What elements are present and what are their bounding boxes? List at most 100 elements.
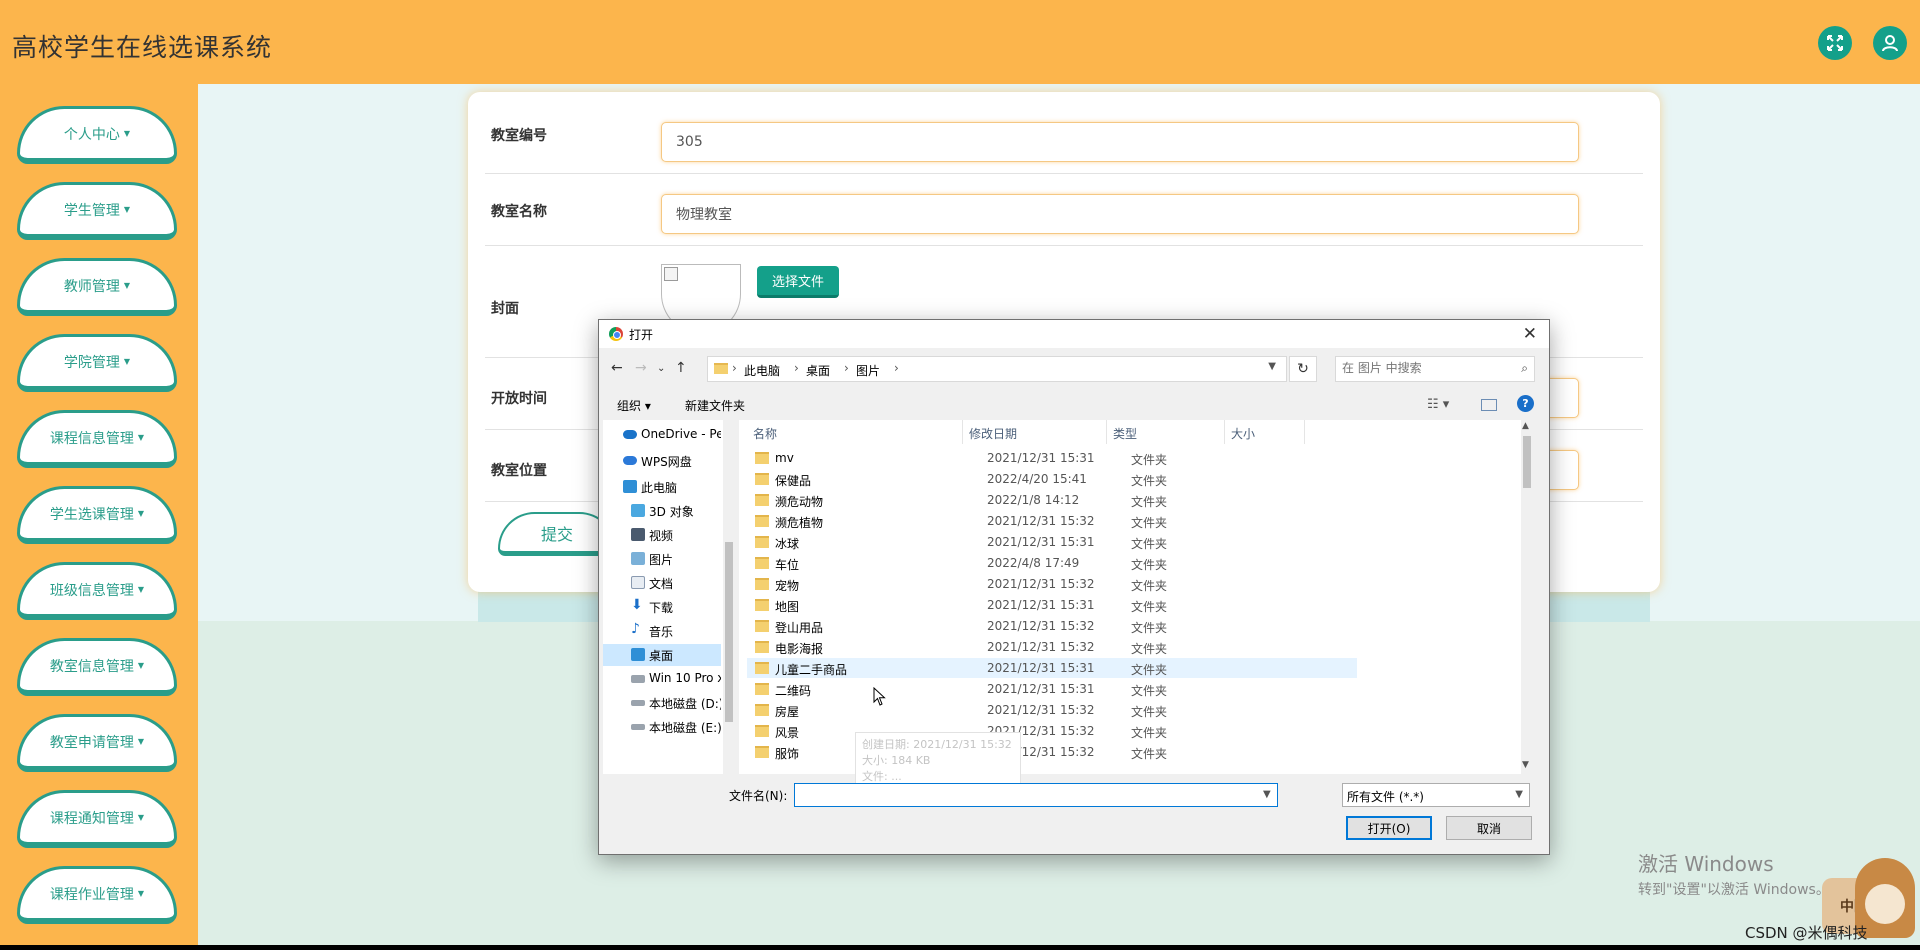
sidebar-item-classroom-requests[interactable]: 教室申请管理 ▼ xyxy=(17,714,177,772)
breadcrumb-desktop[interactable]: 桌面 xyxy=(806,362,830,379)
nav-item-music[interactable]: ♪ 音乐 xyxy=(603,620,721,642)
folder-icon xyxy=(755,599,769,611)
file-row[interactable]: 二维码 2021/12/31 15:31 文件夹 xyxy=(747,679,1357,699)
sidebar-item-courses[interactable]: 课程信息管理 ▼ xyxy=(17,410,177,468)
preview-pane-icon[interactable] xyxy=(1481,399,1497,411)
nav-item-desktop[interactable]: 桌面 xyxy=(603,644,721,666)
column-header-type[interactable]: 类型 xyxy=(1107,420,1225,444)
search-input[interactable] xyxy=(1342,361,1512,375)
file-row[interactable]: 宠物 2021/12/31 15:32 文件夹 xyxy=(747,574,1357,594)
caret-down-icon: ▼ xyxy=(123,205,131,214)
nav-item-drive-d[interactable]: 本地磁盘 (D:) xyxy=(603,692,721,714)
back-arrow-icon[interactable]: ← xyxy=(611,360,623,376)
nav-item-system-drive[interactable]: Win 10 Pro x64 xyxy=(603,668,721,690)
nav-item-wps-cloud[interactable]: WPS网盘 xyxy=(603,450,721,472)
nav-item-3d-objects[interactable]: 3D 对象 xyxy=(603,500,721,522)
column-header-date[interactable]: 修改日期 xyxy=(963,420,1107,444)
file-row[interactable]: 电影海报 2021/12/31 15:32 文件夹 xyxy=(747,637,1357,657)
file-type-select[interactable]: 所有文件 (*.*) ▼ xyxy=(1342,783,1530,807)
open-button[interactable]: 打开(O) xyxy=(1346,816,1432,840)
user-button[interactable] xyxy=(1873,26,1907,60)
sidebar-item-course-selection[interactable]: 学生选课管理 ▼ xyxy=(17,486,177,544)
wps-cloud-icon xyxy=(623,456,637,465)
folder-icon xyxy=(755,620,769,632)
folder-icon xyxy=(714,363,728,374)
chevron-down-icon[interactable]: ▼ xyxy=(1263,789,1271,800)
nav-item-this-pc[interactable]: 此电脑 xyxy=(603,476,721,498)
choose-file-button[interactable]: 选择文件 xyxy=(757,266,839,298)
file-open-dialog: 打开 ✕ ← → ⌄ ↑ › 此电脑 › 桌面 › 图片 › ▼ ↻ ⌕ 组织 … xyxy=(598,319,1550,855)
breadcrumb-pictures[interactable]: 图片 xyxy=(856,362,880,379)
new-folder-button[interactable]: 新建文件夹 xyxy=(685,397,745,414)
file-row[interactable]: 房屋 2021/12/31 15:32 文件夹 xyxy=(747,700,1357,720)
fullscreen-button[interactable] xyxy=(1818,26,1852,60)
sidebar-item-classrooms[interactable]: 教室信息管理 ▼ xyxy=(17,638,177,696)
dialog-toolbar: 组织 ▾ 新建文件夹 ☷ ▾ ? xyxy=(599,390,1549,418)
room-number-label: 教室编号 xyxy=(491,128,547,144)
file-row[interactable]: 濒危植物 2021/12/31 15:32 文件夹 xyxy=(747,511,1357,531)
sidebar-item-course-notices[interactable]: 课程通知管理 ▼ xyxy=(17,790,177,848)
folder-icon xyxy=(755,683,769,695)
file-row[interactable]: 风景 2021/12/31 15:32 文件夹 xyxy=(747,721,1357,741)
breadcrumb-this-pc[interactable]: 此电脑 xyxy=(744,362,780,379)
file-row[interactable]: 儿童二手商品 2021/12/31 15:31 文件夹 xyxy=(747,658,1357,678)
nav-item-downloads[interactable]: ⬇ 下载 xyxy=(603,596,721,618)
chevron-right-icon: › xyxy=(844,361,849,375)
sidebar-item-label: 教室信息管理 xyxy=(49,658,134,675)
room-name-input[interactable] xyxy=(661,194,1579,234)
dialog-titlebar: 打开 ✕ xyxy=(599,320,1549,348)
file-row[interactable]: 地图 2021/12/31 15:31 文件夹 xyxy=(747,595,1357,615)
sidebar-item-teachers[interactable]: 教师管理 ▼ xyxy=(17,258,177,316)
scroll-up-icon[interactable]: ▲ xyxy=(1522,421,1529,431)
cancel-button[interactable]: 取消 xyxy=(1446,816,1532,840)
file-row[interactable]: 服饰 2021/12/31 15:32 文件夹 xyxy=(747,742,1357,762)
caret-down-icon: ▼ xyxy=(137,585,145,594)
file-row[interactable]: 车位 2022/4/8 17:49 文件夹 xyxy=(747,553,1357,573)
address-bar[interactable]: › 此电脑 › 桌面 › 图片 › ▼ xyxy=(707,356,1287,382)
file-row[interactable]: 濒危动物 2022/1/8 14:12 文件夹 xyxy=(747,490,1357,510)
sidebar-item-colleges[interactable]: 学院管理 ▼ xyxy=(17,334,177,392)
file-list-scrollbar[interactable]: ▲ ▼ xyxy=(1521,420,1533,774)
view-options-icon[interactable]: ☷ ▾ xyxy=(1427,397,1449,412)
caret-down-icon: ▼ xyxy=(137,509,145,518)
file-row[interactable]: 保健品 2022/4/20 15:41 文件夹 xyxy=(747,469,1357,489)
sidebar-item-course-homework[interactable]: 课程作业管理 ▼ xyxy=(17,866,177,924)
file-row[interactable]: mv 2021/12/31 15:31 文件夹 xyxy=(747,448,1357,468)
sidebar-item-personal-center[interactable]: 个人中心 ▼ xyxy=(17,106,177,164)
nav-item-documents[interactable]: 文档 xyxy=(603,572,721,594)
forward-arrow-icon[interactable]: → xyxy=(635,360,647,376)
sidebar-item-classes[interactable]: 班级信息管理 ▼ xyxy=(17,562,177,620)
recent-locations-icon[interactable]: ⌄ xyxy=(657,363,665,374)
filename-input[interactable] xyxy=(794,783,1278,807)
file-list: 名称 修改日期 类型 大小 mv 2021/12/31 15:31 文件夹 保健品 2… xyxy=(739,420,1533,774)
room-number-input[interactable] xyxy=(661,122,1579,162)
caret-down-icon: ▼ xyxy=(137,661,145,670)
column-header-size[interactable]: 大小 xyxy=(1225,420,1305,444)
search-box[interactable]: ⌕ xyxy=(1335,356,1535,382)
sidebar-item-label: 课程通知管理 xyxy=(49,810,134,827)
nav-pane-scrollbar[interactable] xyxy=(723,420,735,774)
user-icon xyxy=(1882,35,1898,52)
nav-item-drive-e[interactable]: 本地磁盘 (E:) xyxy=(603,716,721,738)
chevron-right-icon: › xyxy=(732,361,737,375)
up-arrow-icon[interactable]: ↑ xyxy=(675,360,687,376)
refresh-button[interactable]: ↻ xyxy=(1289,356,1317,382)
chevron-down-icon[interactable]: ▼ xyxy=(1268,361,1276,372)
sidebar-item-label: 课程信息管理 xyxy=(49,430,134,447)
scroll-down-icon[interactable]: ▼ xyxy=(1522,760,1529,770)
organize-menu[interactable]: 组织 ▾ xyxy=(617,397,651,414)
drive-icon xyxy=(631,724,645,730)
folder-icon xyxy=(755,452,769,464)
search-icon: ⌕ xyxy=(1521,361,1528,375)
help-icon[interactable]: ? xyxy=(1517,395,1534,412)
column-header-name[interactable]: 名称 xyxy=(747,420,963,444)
sidebar-item-students[interactable]: 学生管理 ▼ xyxy=(17,182,177,240)
nav-item-pictures[interactable]: 图片 xyxy=(603,548,721,570)
close-icon[interactable]: ✕ xyxy=(1523,324,1537,344)
file-row[interactable]: 冰球 2021/12/31 15:31 文件夹 xyxy=(747,532,1357,552)
nav-item-onedrive[interactable]: OneDrive - Personal xyxy=(603,424,721,446)
nav-item-videos[interactable]: 视频 xyxy=(603,524,721,546)
caret-down-icon: ▼ xyxy=(137,813,145,822)
app-window: 高校学生在线选课系统 个人中心 ▼ 学生管理 ▼ 教师管理 ▼ 学院管理 ▼ 课程信息管… xyxy=(0,0,1920,945)
file-row[interactable]: 登山用品 2021/12/31 15:32 文件夹 xyxy=(747,616,1357,636)
